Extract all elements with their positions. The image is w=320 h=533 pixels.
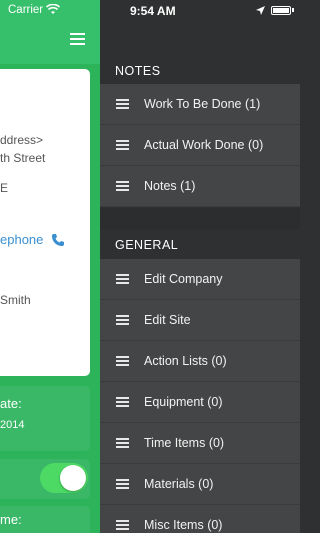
hamburger-icon xyxy=(116,520,129,530)
hamburger-icon xyxy=(116,438,129,448)
menu-item-edit-company[interactable]: Edit Company xyxy=(100,259,300,300)
menu-item-label: Materials (0) xyxy=(144,477,214,491)
menu-item-notes[interactable]: Notes (1) xyxy=(100,166,300,207)
contact-name: Smith xyxy=(0,293,31,307)
menu-item-label: Action Lists (0) xyxy=(144,354,227,368)
hamburger-icon xyxy=(116,356,129,366)
name-card: me: xyxy=(0,506,90,533)
menu-item-label: Time Items (0) xyxy=(144,436,225,450)
date-value: 2014 xyxy=(0,419,25,431)
menu-item-label: Actual Work Done (0) xyxy=(144,138,264,152)
menu-item-equipment[interactable]: Equipment (0) xyxy=(100,382,300,423)
toggle-switch[interactable] xyxy=(40,463,88,493)
name-label: me: xyxy=(0,512,22,527)
section-spacer xyxy=(100,208,300,230)
address-line-1: ddress> xyxy=(0,133,44,147)
side-drawer: NOTES Work To Be Done (1) Actual Work Do… xyxy=(100,0,300,533)
menu-item-misc-items[interactable]: Misc Items (0) xyxy=(100,505,300,533)
background-screen: s ddress> th Street E ephone Smith ate: … xyxy=(0,0,100,533)
battery-icon xyxy=(271,6,291,15)
menu-item-action-lists[interactable]: Action Lists (0) xyxy=(100,341,300,382)
details-card: ddress> th Street E ephone Smith xyxy=(0,69,90,376)
section-header-general: GENERAL xyxy=(100,230,300,258)
menu-item-time-items[interactable]: Time Items (0) xyxy=(100,423,300,464)
menu-icon[interactable] xyxy=(70,33,85,45)
battery-tip xyxy=(292,8,294,12)
hamburger-icon xyxy=(116,140,129,150)
menu-item-label: Work To Be Done (1) xyxy=(144,97,261,111)
date-label: ate: xyxy=(0,396,22,411)
menu-item-label: Misc Items (0) xyxy=(144,518,223,532)
phone-icon[interactable] xyxy=(51,233,65,247)
toggle-knob[interactable] xyxy=(60,465,86,491)
section-header-notes: NOTES xyxy=(100,52,300,85)
menu-item-label: Edit Company xyxy=(144,272,223,286)
menu-item-label: Edit Site xyxy=(144,313,191,327)
carrier-label: Carrier xyxy=(8,4,44,16)
hamburger-icon xyxy=(116,397,129,407)
menu-item-actual-work-done[interactable]: Actual Work Done (0) xyxy=(100,125,300,166)
section-title: NOTES xyxy=(115,64,161,78)
menu-item-label: Notes (1) xyxy=(144,179,196,193)
address-line-2: th Street xyxy=(0,151,46,165)
hamburger-icon xyxy=(116,99,129,109)
menu-item-materials[interactable]: Materials (0) xyxy=(100,464,300,505)
status-bar: Carrier 9:54 AM xyxy=(0,0,300,22)
wifi-icon xyxy=(46,4,60,14)
telephone-link[interactable]: ephone xyxy=(0,232,43,247)
hamburger-icon xyxy=(116,181,129,191)
hamburger-icon xyxy=(116,479,129,489)
menu-item-edit-site[interactable]: Edit Site xyxy=(100,300,300,341)
menu-item-label: Equipment (0) xyxy=(144,395,223,409)
location-arrow-icon xyxy=(256,6,265,15)
code-fragment: E xyxy=(0,181,9,195)
section-title: GENERAL xyxy=(115,238,179,252)
hamburger-icon xyxy=(116,274,129,284)
clock: 9:54 AM xyxy=(130,4,176,18)
hamburger-icon xyxy=(116,315,129,325)
date-card: ate: 2014 xyxy=(0,386,90,451)
menu-item-work-to-be-done[interactable]: Work To Be Done (1) xyxy=(100,84,300,125)
